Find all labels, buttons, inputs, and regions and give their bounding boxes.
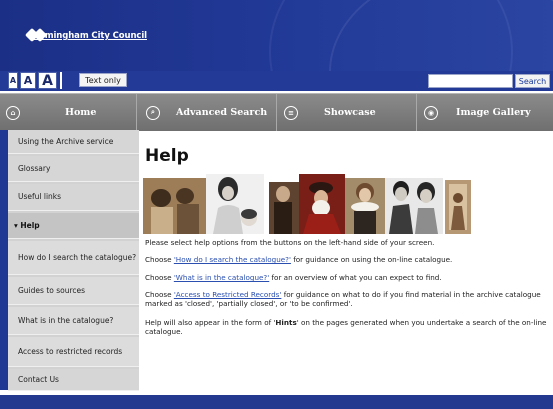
sidebar: Using the Archive service Glossary Usefu… <box>8 130 139 391</box>
text-size-large-button[interactable]: A <box>38 72 57 89</box>
text-size-medium-button[interactable]: A <box>20 72 36 89</box>
help-paragraph: Choose 'What is in the catalogue?' for a… <box>145 273 551 282</box>
help-paragraph: Help will also appear in the form of 'Hi… <box>145 318 551 336</box>
toolbar-divider <box>60 72 62 89</box>
sidebar-item-useful-links[interactable]: Useful links <box>8 184 139 211</box>
sidebar-item-contact[interactable]: Contact Us <box>8 369 139 391</box>
nav-label: Advanced Search <box>176 107 268 118</box>
list-icon: ≡ <box>284 105 298 120</box>
nav-showcase[interactable]: ≡ Showcase <box>284 94 412 131</box>
paragraph-text: for an overview of what you can expect t… <box>269 273 442 282</box>
paragraph-text: Help will also appear in the form of ' <box>145 318 276 327</box>
archive-photo-strip <box>143 174 471 234</box>
text-size-small-button[interactable]: A <box>8 72 18 89</box>
help-intro-text: Please select help options from the butt… <box>145 238 435 247</box>
page-title: Help <box>145 146 189 166</box>
paragraph-text: Choose <box>145 290 174 299</box>
sidebar-item-using-archive[interactable]: Using the Archive service <box>8 130 139 154</box>
nav-home[interactable]: ⌂ Home <box>6 94 131 131</box>
link-what-in-catalogue[interactable]: 'What is in the catalogue?' <box>174 273 269 282</box>
nav-divider <box>276 94 277 131</box>
home-icon: ⌂ <box>6 105 20 120</box>
sidebar-item-what-in-catalogue[interactable]: What is in the catalogue? <box>8 307 139 335</box>
header-decoration <box>269 0 513 71</box>
text-only-button[interactable]: Text only <box>79 73 127 87</box>
hints-term: Hints <box>275 318 297 327</box>
site-header: Birmingham City Council <box>0 0 553 71</box>
left-accent-strip <box>0 130 8 390</box>
search-input[interactable] <box>428 74 513 88</box>
nav-label: Image Gallery <box>456 107 531 118</box>
sidebar-item-how-search[interactable]: How do I search the catalogue? <box>8 241 139 275</box>
site-footer <box>0 395 553 409</box>
nav-divider <box>416 94 417 131</box>
site-name[interactable]: Birmingham City Council <box>31 31 147 41</box>
sidebar-item-guides[interactable]: Guides to sources <box>8 277 139 305</box>
help-paragraph: Choose 'How do I search the catalogue?' … <box>145 255 551 264</box>
nav-divider <box>136 94 137 131</box>
main-nav: ⌂ Home ⌕ Advanced Search ≡ Showcase ◉ Im… <box>0 93 553 131</box>
search-button[interactable]: Search <box>515 74 550 88</box>
council-logo[interactable]: Birmingham City Council <box>27 26 147 46</box>
paragraph-text: Choose <box>145 255 174 264</box>
sidebar-item-glossary[interactable]: Glossary <box>8 156 139 182</box>
sidebar-item-restricted-records[interactable]: Access to restricted records <box>8 337 139 367</box>
nav-label: Showcase <box>324 107 376 118</box>
nav-advanced-search[interactable]: ⌕ Advanced Search <box>146 94 272 131</box>
eye-icon: ◉ <box>424 105 438 120</box>
link-restricted-records[interactable]: 'Access to Restricted Records' <box>174 290 282 299</box>
main-content: Help Please select help options from the… <box>143 130 553 390</box>
help-paragraph: Choose 'Access to Restricted Records' fo… <box>145 290 549 308</box>
link-how-search[interactable]: 'How do I search the catalogue?' <box>174 255 291 264</box>
sidebar-item-help[interactable]: ▾ Help <box>8 213 139 239</box>
search-icon: ⌕ <box>146 105 160 120</box>
nav-label: Home <box>65 107 97 118</box>
photo-collage <box>143 174 471 234</box>
paragraph-text: for guidance on using the on-line catalo… <box>290 255 453 264</box>
paragraph-text: Choose <box>145 273 174 282</box>
nav-image-gallery[interactable]: ◉ Image Gallery <box>424 94 552 131</box>
